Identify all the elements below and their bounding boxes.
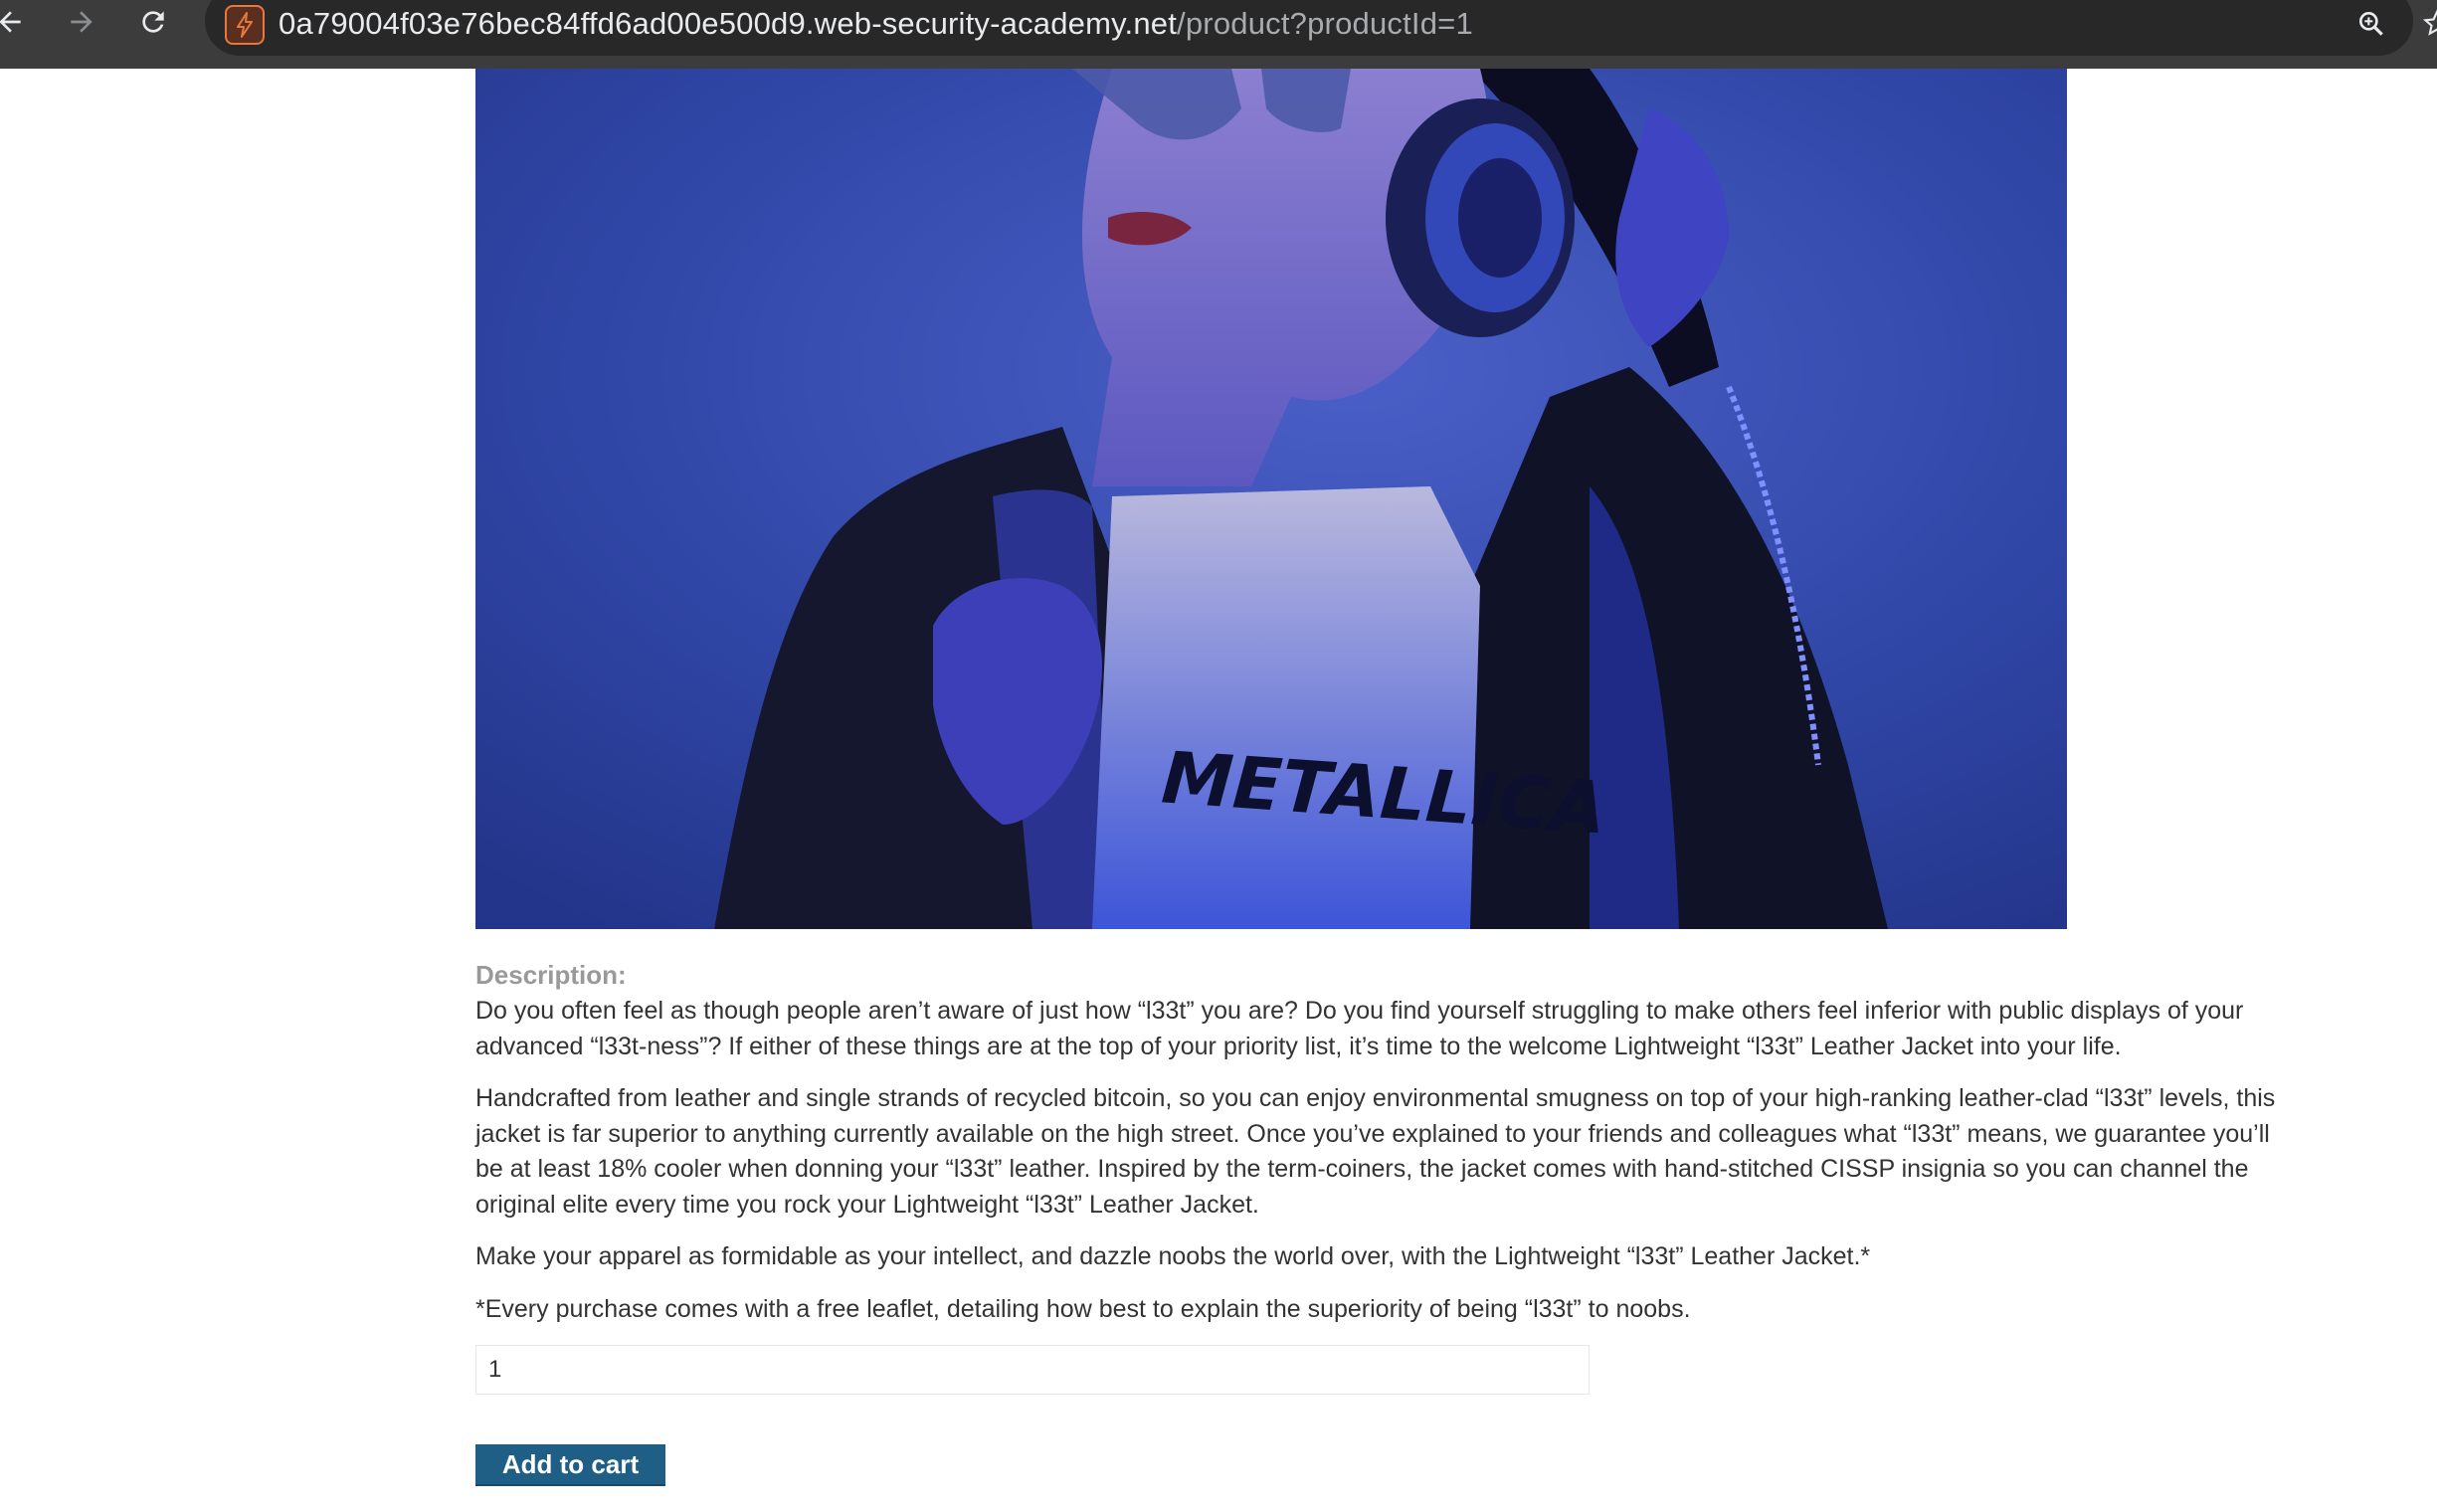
bookmark-star-icon[interactable] xyxy=(2415,4,2437,44)
description-label: Description: xyxy=(475,960,627,990)
zoom-icon[interactable] xyxy=(2349,4,2393,44)
reload-icon[interactable] xyxy=(127,2,179,42)
description-paragraph: Make your apparel as formidable as your … xyxy=(475,1242,1871,1270)
url-host: 0a79004f03e76bec84ffd6ad00e500d9.web-sec… xyxy=(279,6,1178,41)
forward-icon[interactable] xyxy=(56,2,107,42)
product-description: Do you often feel as though people aren’… xyxy=(475,994,2296,1344)
product-image: METALLICA xyxy=(475,69,2067,929)
description-paragraph: Handcrafted from leather and single stra… xyxy=(475,1084,2276,1219)
description-paragraph: *Every purchase comes with a free leafle… xyxy=(475,1294,1691,1323)
add-to-cart-button[interactable]: Add to cart xyxy=(475,1444,665,1486)
quantity-input[interactable] xyxy=(475,1345,1590,1395)
description-paragraph: Do you often feel as though people aren’… xyxy=(475,997,2244,1060)
url-text[interactable]: 0a79004f03e76bec84ffd6ad00e500d9.web-sec… xyxy=(279,6,1473,42)
toolbar-divider xyxy=(0,56,2437,69)
back-icon[interactable] xyxy=(0,2,36,42)
url-path: /product?productId=1 xyxy=(1177,6,1473,41)
site-info-icon[interactable] xyxy=(225,5,265,45)
address-bar[interactable]: 0a79004f03e76bec84ffd6ad00e500d9.web-sec… xyxy=(205,0,2413,56)
